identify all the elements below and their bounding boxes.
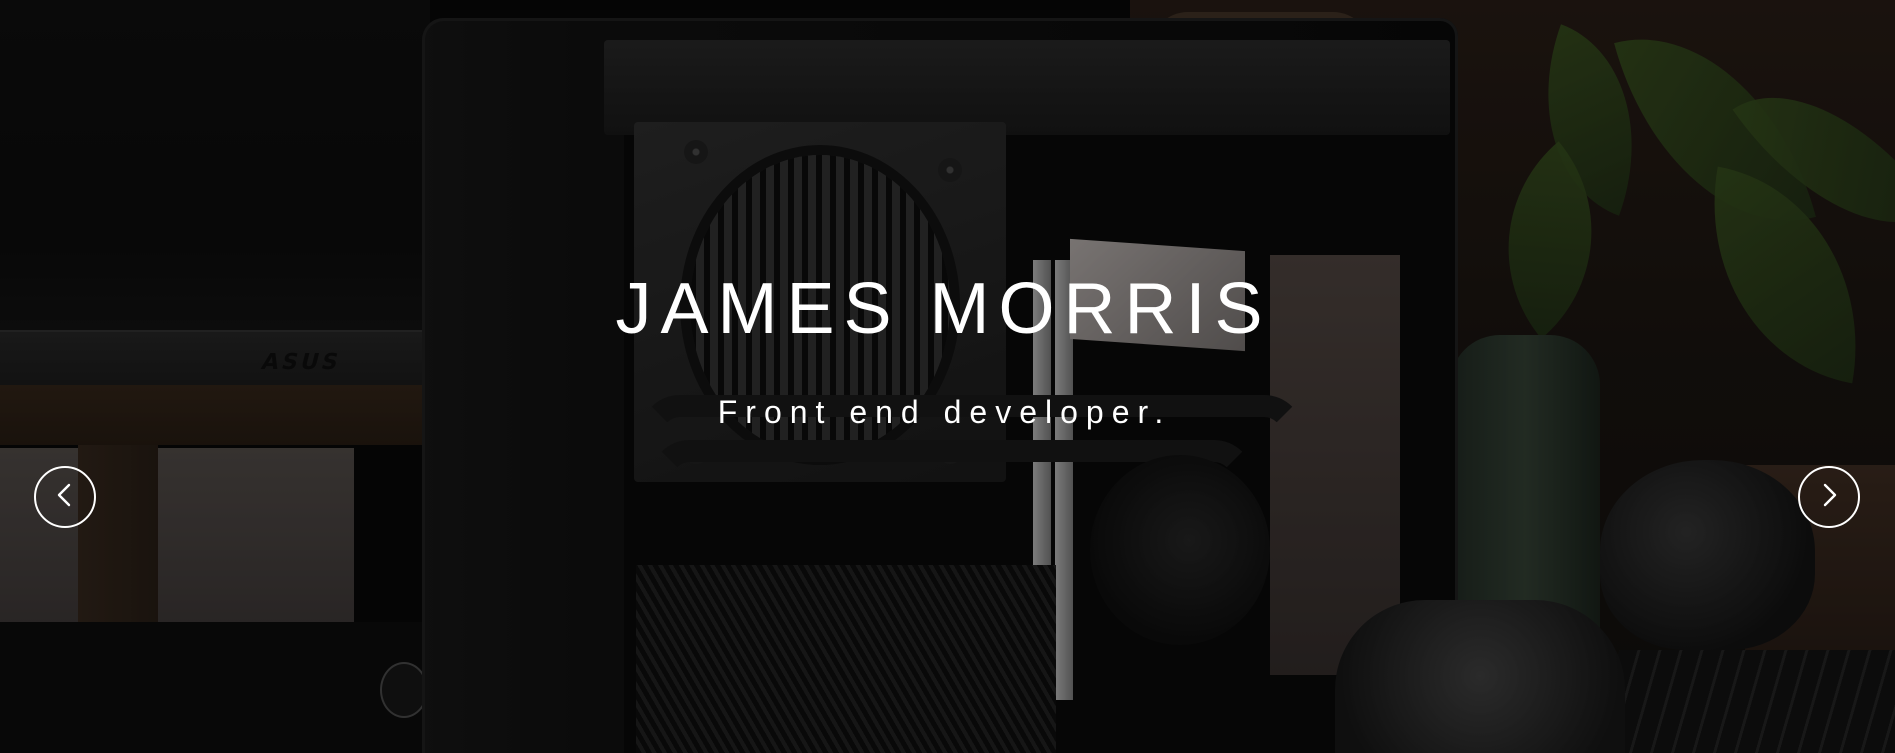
hero-subtitle: Front end developer. bbox=[717, 394, 1172, 430]
carousel-next-button[interactable] bbox=[1798, 466, 1860, 528]
hero-title: JAMES MORRIS bbox=[615, 269, 1272, 349]
hero-banner: ASUS JAMES MORRIS Front end developer. bbox=[0, 0, 1895, 753]
chevron-right-icon bbox=[1814, 480, 1844, 515]
carousel-prev-button[interactable] bbox=[34, 466, 96, 528]
hero-dark-overlay bbox=[0, 0, 1895, 753]
chevron-left-icon bbox=[50, 480, 80, 515]
